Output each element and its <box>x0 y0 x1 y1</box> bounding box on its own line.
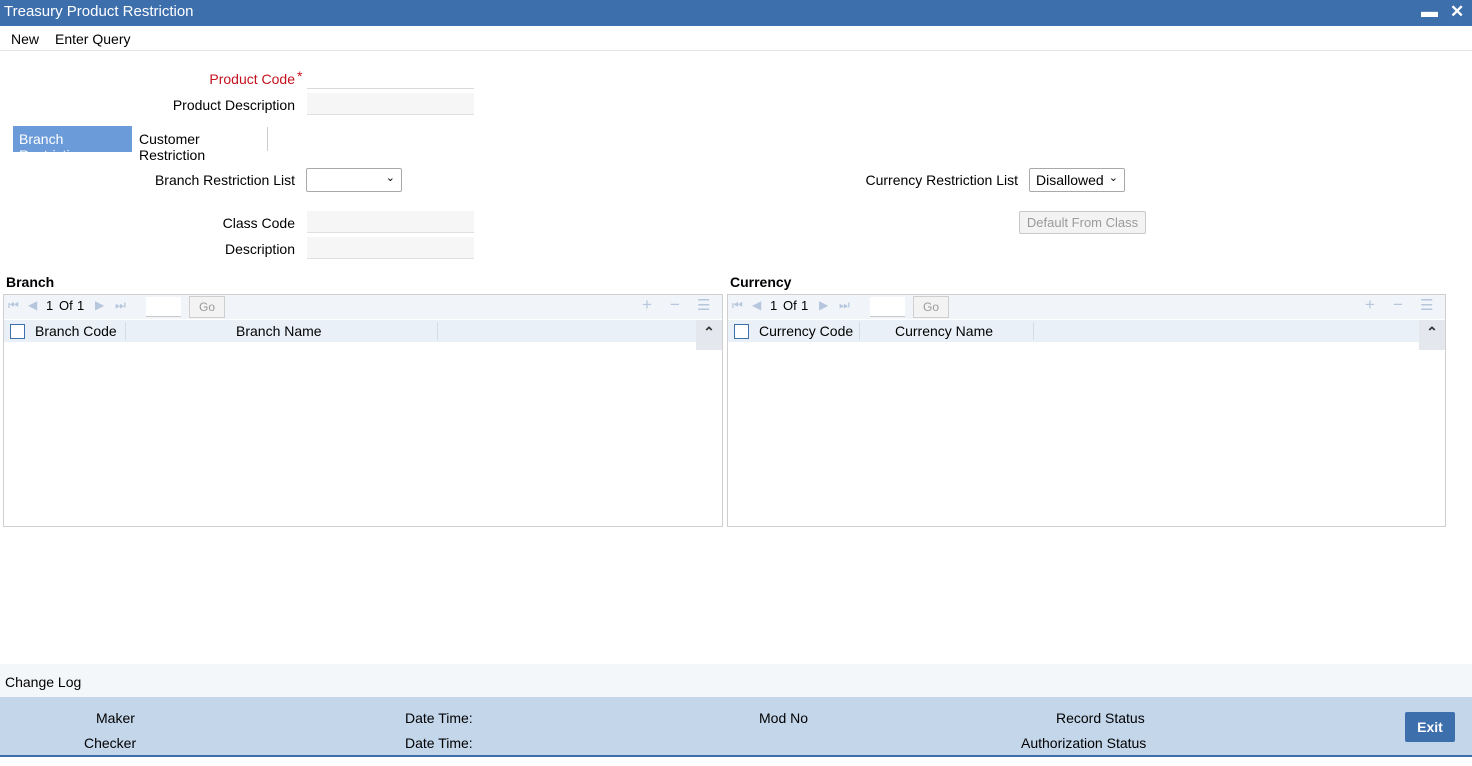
branch-restriction-list-select[interactable]: ⌄ <box>306 168 402 192</box>
add-row-icon[interactable]: + <box>642 295 652 315</box>
tab-branch-restriction[interactable]: Branch Restriction <box>13 126 132 163</box>
go-button[interactable]: Go <box>189 296 225 318</box>
change-log-bar: Change Log <box>0 664 1472 697</box>
branch-grid-header: Branch Code Branch Name <box>4 320 696 342</box>
checker-label: Checker <box>84 735 137 751</box>
record-status-label: Record Status <box>1056 710 1145 726</box>
product-code-input[interactable] <box>307 67 474 89</box>
chevron-down-icon: ⌄ <box>385 172 395 184</box>
currency-grid: ⏮ ◀ 1 Of 1 ▶ ⏭ Go + − ☰ Currency Code Cu… <box>727 294 1446 527</box>
audit-footer: Maker Checker Date Time: Date Time: Mod … <box>0 697 1472 757</box>
product-code-label: Product Code <box>209 71 295 87</box>
currency-restriction-list-select[interactable]: Disallowed ⌄ <box>1029 168 1125 192</box>
previous-page-icon[interactable]: ◀ <box>28 298 37 312</box>
go-button[interactable]: Go <box>913 296 949 318</box>
total-pages: 1 <box>77 298 85 313</box>
currency-restriction-list-label: Currency Restriction List <box>865 172 1019 188</box>
branch-section-title: Branch <box>6 274 55 290</box>
select-all-checkbox[interactable] <box>10 324 25 339</box>
chevron-down-icon: ⌄ <box>1108 172 1118 184</box>
close-icon[interactable]: ✕ <box>1450 2 1464 22</box>
bottom-strip <box>1420 757 1472 766</box>
current-page: 1 <box>46 298 54 313</box>
total-pages: 1 <box>801 298 809 313</box>
first-page-icon[interactable]: ⏮ <box>8 298 19 313</box>
add-row-icon[interactable]: + <box>1365 295 1375 315</box>
currency-grid-header: Currency Code Currency Name <box>728 320 1419 342</box>
window-title: Treasury Product Restriction <box>4 3 194 20</box>
remove-row-icon[interactable]: − <box>670 295 680 315</box>
branch-restriction-list-label: Branch Restriction List <box>154 172 295 188</box>
default-from-class-button[interactable]: Default From Class <box>1019 211 1146 234</box>
description-label: Description <box>224 241 295 257</box>
scroll-up-button[interactable]: ⌃ <box>1419 320 1445 350</box>
column-divider <box>125 322 126 340</box>
maker-label: Maker <box>96 710 135 726</box>
page-number-input[interactable] <box>870 297 905 317</box>
enter-query-menu-item[interactable]: Enter Query <box>55 31 130 47</box>
required-marker: * <box>297 68 303 84</box>
current-page: 1 <box>770 298 778 313</box>
last-page-icon[interactable]: ⏭ <box>115 298 126 313</box>
change-log-label[interactable]: Change Log <box>5 674 81 690</box>
currency-name-column-header[interactable]: Currency Name <box>895 323 993 339</box>
tab-customer-restriction[interactable]: Customer Restriction <box>133 126 267 163</box>
branch-grid: ⏮ ◀ 1 Of 1 ▶ ⏭ Go + − ☰ Branch Code Bran… <box>3 294 723 527</box>
description-input[interactable] <box>307 237 474 259</box>
list-view-icon[interactable]: ☰ <box>697 296 710 314</box>
chevron-up-icon: ⌃ <box>1426 324 1438 340</box>
previous-page-icon[interactable]: ◀ <box>752 298 761 312</box>
minimize-icon[interactable]: ▬ <box>1421 2 1438 22</box>
next-page-icon[interactable]: ▶ <box>95 298 104 312</box>
authorization-status-label: Authorization Status <box>1021 735 1147 751</box>
column-divider <box>1033 322 1034 340</box>
product-description-input[interactable] <box>307 93 474 115</box>
product-description-label: Product Description <box>172 97 295 113</box>
branch-name-column-header[interactable]: Branch Name <box>236 323 322 339</box>
branch-code-column-header[interactable]: Branch Code <box>35 323 117 339</box>
of-label: Of <box>59 298 73 313</box>
select-all-checkbox[interactable] <box>734 324 749 339</box>
menu-bar: New Enter Query <box>0 26 1472 51</box>
mod-no-label: Mod No <box>759 710 809 726</box>
chevron-up-icon: ⌃ <box>703 324 715 340</box>
currency-restriction-list-value: Disallowed <box>1036 172 1104 188</box>
column-divider <box>437 322 438 340</box>
of-label: Of <box>783 298 797 313</box>
class-code-label: Class Code <box>222 215 295 231</box>
list-view-icon[interactable]: ☰ <box>1420 296 1433 314</box>
exit-button[interactable]: Exit <box>1405 712 1455 742</box>
new-menu-item[interactable]: New <box>11 31 39 47</box>
branch-grid-navbar: ⏮ ◀ 1 Of 1 ▶ ⏭ Go + − ☰ <box>4 295 722 319</box>
last-page-icon[interactable]: ⏭ <box>839 298 850 313</box>
checker-date-time-label: Date Time: <box>405 735 473 751</box>
currency-code-column-header[interactable]: Currency Code <box>759 323 853 339</box>
scroll-up-button[interactable]: ⌃ <box>696 320 722 350</box>
remove-row-icon[interactable]: − <box>1393 295 1403 315</box>
maker-date-time-label: Date Time: <box>405 710 473 726</box>
tab-divider <box>267 127 268 151</box>
page-number-input[interactable] <box>146 297 181 317</box>
first-page-icon[interactable]: ⏮ <box>732 298 743 313</box>
next-page-icon[interactable]: ▶ <box>819 298 828 312</box>
column-divider <box>859 322 860 340</box>
currency-section-title: Currency <box>730 274 792 290</box>
title-bar: Treasury Product Restriction ▬ ✕ <box>0 0 1472 26</box>
class-code-input[interactable] <box>307 211 474 233</box>
currency-grid-navbar: ⏮ ◀ 1 Of 1 ▶ ⏭ Go + − ☰ <box>728 295 1445 319</box>
